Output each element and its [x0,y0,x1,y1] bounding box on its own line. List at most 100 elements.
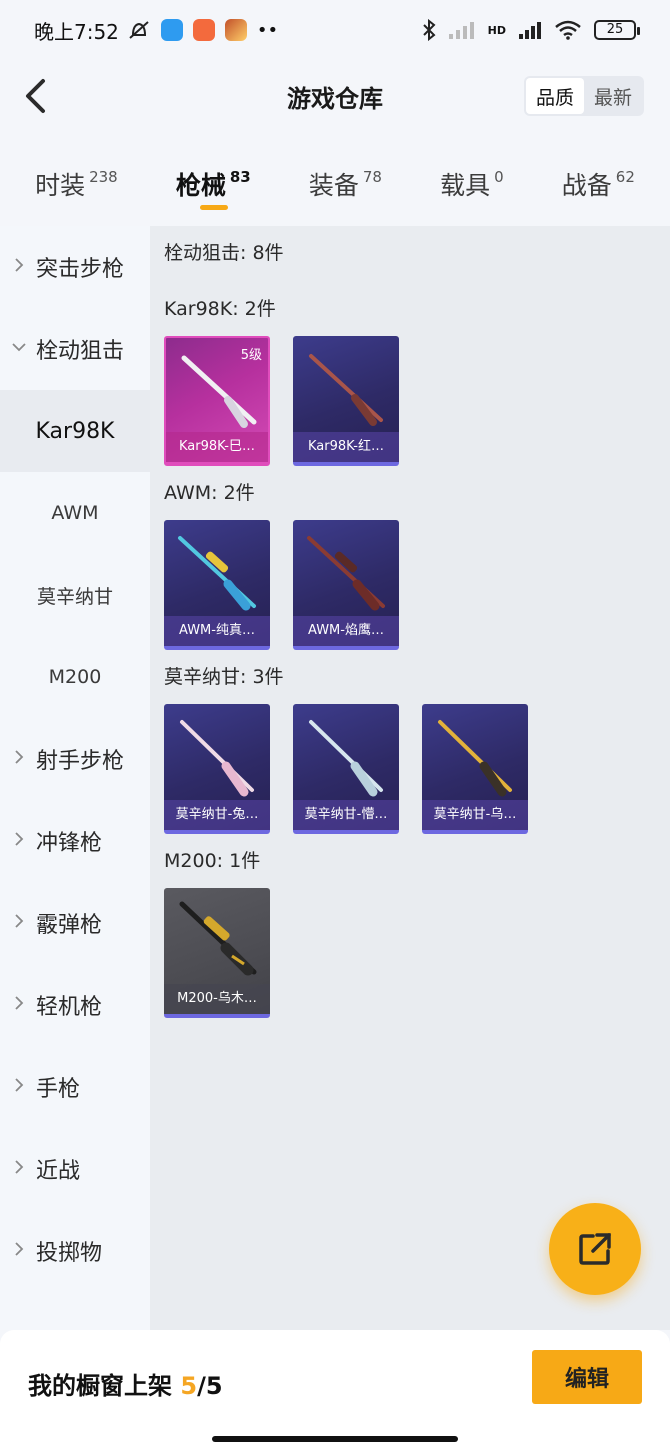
app-icon-orange [192,19,215,41]
network-label: HD [487,23,506,37]
wifi-icon [555,20,581,40]
section-title: 栓动狙击: 8件 [164,242,284,264]
chevron-right-icon [15,258,24,272]
home-indicator[interactable] [212,1436,458,1442]
item-name: AWM-纯真… [164,616,270,646]
chevron-right-icon [15,1242,24,1256]
weapon-card[interactable]: 莫辛纳甘-懵… [293,704,399,834]
sidebar-sub-mosin[interactable]: 莫辛纳甘 [0,554,150,636]
item-name: 莫辛纳甘-兔… [164,800,270,830]
tab-weapons[interactable]: 枪械 83 [176,150,251,220]
tab-vehicles[interactable]: 载具 0 [440,150,504,220]
tab-label: 载具 [440,171,491,200]
sort-option-newest[interactable]: 最新 [584,78,642,114]
share-fab-button[interactable] [549,1203,641,1295]
item-name: Kar98K-红… [293,432,399,462]
chevron-right-icon [15,832,24,846]
item-name: Kar98K-巳… [166,432,268,462]
chevron-right-icon [15,1160,24,1174]
sidebar-item-label: 手枪 [36,1077,81,1102]
tab-label: 时装 [35,171,86,200]
sidebar-item-smg[interactable]: 冲锋枪 [0,800,150,882]
tab-supplies[interactable]: 战备 62 [562,150,635,220]
sidebar-item-label: 冲锋枪 [36,831,103,856]
sidebar-item-label: 栓动狙击 [36,339,125,364]
page-title: 游戏仓库 [287,84,383,113]
weapon-card[interactable]: 5级 Kar98K-巳… [164,336,270,466]
weapon-card[interactable]: 莫辛纳甘-兔… [164,704,270,834]
tab-outfits[interactable]: 时装 238 [35,150,118,220]
header: 游戏仓库 品质 最新 [0,60,670,132]
chevron-down-icon [12,343,26,352]
group-title: 莫辛纳甘: 3件 [164,666,284,688]
sidebar-item-label: 轻机枪 [36,995,103,1020]
group-title: AWM: 2件 [164,482,255,504]
sidebar-sub-awm[interactable]: AWM [0,472,150,554]
signal-weak-icon [448,22,474,39]
back-button[interactable] [14,74,58,118]
sidebar: 突击步枪 栓动狙击 Kar98K AWM 莫辛纳甘 M200 射手步枪 冲锋枪 … [0,226,150,1330]
item-name: 莫辛纳甘-懵… [293,800,399,830]
rifle-icon [438,720,512,797]
bluetooth-icon [422,19,436,41]
item-grid: 莫辛纳甘-兔… 莫辛纳甘-懵… 莫辛纳甘-乌… [164,704,670,834]
tab-label: 枪械 [175,171,226,200]
tab-label: 战备 [561,171,612,200]
tab-count: 0 [494,168,504,186]
sidebar-sub-kar98k[interactable]: Kar98K [0,390,150,472]
external-link-icon [579,1233,611,1265]
tab-count: 78 [362,168,382,186]
sidebar-item-pistol[interactable]: 手枪 [0,1046,150,1128]
item-name: AWM-焰鹰… [293,616,399,646]
weapon-card[interactable]: 莫辛纳甘-乌… [422,704,528,834]
item-name: M200-乌木… [164,984,270,1014]
showcase-label: 我的橱窗上架 5/5 [28,1366,223,1401]
item-name: 莫辛纳甘-乌… [422,800,528,830]
weapon-card[interactable]: AWM-纯真… [164,520,270,650]
edit-button[interactable]: 编辑 [532,1350,642,1404]
sidebar-sub-m200[interactable]: M200 [0,636,150,718]
sort-option-quality[interactable]: 品质 [526,78,584,114]
sidebar-item-marksman[interactable]: 射手步枪 [0,718,150,800]
sidebar-item-label: 霰弹枪 [36,913,103,938]
showcase-current: 5 [180,1372,198,1400]
weapon-card[interactable]: M200-乌木… [164,888,270,1018]
chevron-right-icon [15,996,24,1010]
sidebar-item-lmg[interactable]: 轻机枪 [0,964,150,1046]
bottom-bar: 我的橱窗上架 5/5 编辑 [0,1330,670,1452]
showcase-total: /5 [197,1372,223,1400]
tab-count: 83 [229,168,251,186]
app-icon-game [224,19,247,41]
chevron-right-icon [15,914,24,928]
sidebar-item-label: 突击步枪 [36,257,125,282]
mute-icon [129,21,149,39]
group-title: M200: 1件 [164,850,261,872]
chevron-right-icon [15,750,24,764]
tab-count: 62 [615,168,635,186]
weapon-card[interactable]: Kar98K-红… [293,336,399,466]
sidebar-item-throwable[interactable]: 投掷物 [0,1210,150,1292]
rifle-icon [181,355,257,428]
sidebar-item-assault-rifle[interactable]: 突击步枪 [0,226,150,308]
app-icon-blue [160,19,183,41]
sniper-icon [307,536,385,611]
item-grid: 5级 Kar98K-巳… Kar98K-红… [164,336,670,466]
weapon-card[interactable]: AWM-焰鹰… [293,520,399,650]
rifle-icon [309,354,383,426]
item-grid: AWM-纯真… AWM-焰鹰… [164,520,670,650]
sidebar-item-melee[interactable]: 近战 [0,1128,150,1210]
signal-strong-icon [519,22,541,39]
item-grid: M200-乌木… [164,888,670,1018]
more-dots-icon: •• [256,19,279,41]
sidebar-item-shotgun[interactable]: 霰弹枪 [0,882,150,964]
status-left-icons: •• [127,19,278,41]
sidebar-item-label: 射手步枪 [36,749,125,774]
rifle-icon [309,720,383,797]
sidebar-item-label: 投掷物 [36,1241,103,1266]
sidebar-item-bolt-sniper[interactable]: 栓动狙击 [0,308,150,390]
sidebar-item-label: 近战 [36,1159,81,1184]
sniper-icon [179,901,257,976]
weapon-list: 栓动狙击: 8件 Kar98K: 2件 5级 Kar98K-巳… Kar98K-… [150,226,670,1330]
battery-icon: 25 [594,20,640,40]
tab-equipment[interactable]: 装备 78 [309,150,382,220]
